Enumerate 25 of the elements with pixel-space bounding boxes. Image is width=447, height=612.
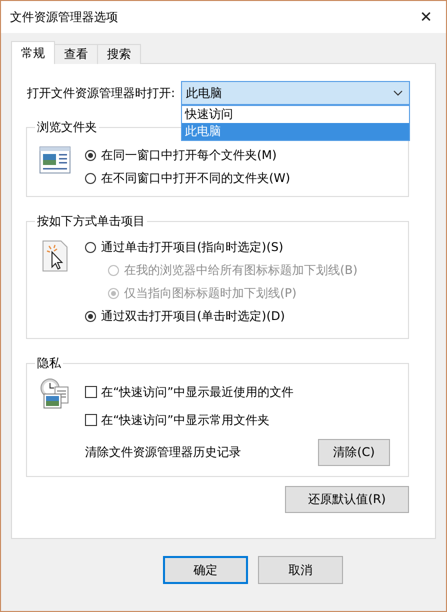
radio-option[interactable]: 在不同窗口中打开不同的文件夹(W) xyxy=(85,167,290,190)
dropdown-option[interactable]: 快速访问 xyxy=(182,106,409,123)
radio-option[interactable]: 通过双击打开项目(单击时选定)(D) xyxy=(85,305,358,328)
dropdown[interactable]: 此电脑 xyxy=(181,81,410,105)
radio-option[interactable]: 在同一窗口中打开每个文件夹(M) xyxy=(85,144,290,167)
caret-icon xyxy=(393,90,403,96)
dialog-button[interactable]: 确定 xyxy=(163,556,248,584)
dialog-button[interactable]: 取消 xyxy=(258,556,343,584)
combo-label: 打开文件资源管理器时打开: xyxy=(27,84,176,102)
checkbox-option[interactable]: 在“快速访问”中显示常用文件夹 xyxy=(85,406,390,434)
radio-option[interactable]: 通过单击打开项目(指向时选定)(S) xyxy=(85,236,358,259)
clock-icon xyxy=(39,378,71,410)
group-title: 浏览文件夹 xyxy=(35,119,99,135)
group-title: 按如下方式单击项目 xyxy=(35,213,147,229)
tab[interactable]: 搜索 xyxy=(97,44,141,64)
folder-window-icon xyxy=(39,144,71,176)
action-label: 清除文件资源管理器历史记录 xyxy=(85,444,241,461)
tab[interactable]: 查看 xyxy=(54,44,98,64)
tab[interactable]: 常规 xyxy=(11,41,55,64)
close-button[interactable]: ✕ xyxy=(406,1,446,33)
restore-defaults-button[interactable]: 还原默认值(R) xyxy=(285,486,409,513)
group-title: 隐私 xyxy=(35,355,63,371)
checkbox-option[interactable]: 在“快速访问”中显示最近使用的文件 xyxy=(85,378,390,406)
window-title: 文件资源管理器选项 xyxy=(10,8,118,26)
clear-button[interactable]: 清除(C) xyxy=(318,439,390,466)
